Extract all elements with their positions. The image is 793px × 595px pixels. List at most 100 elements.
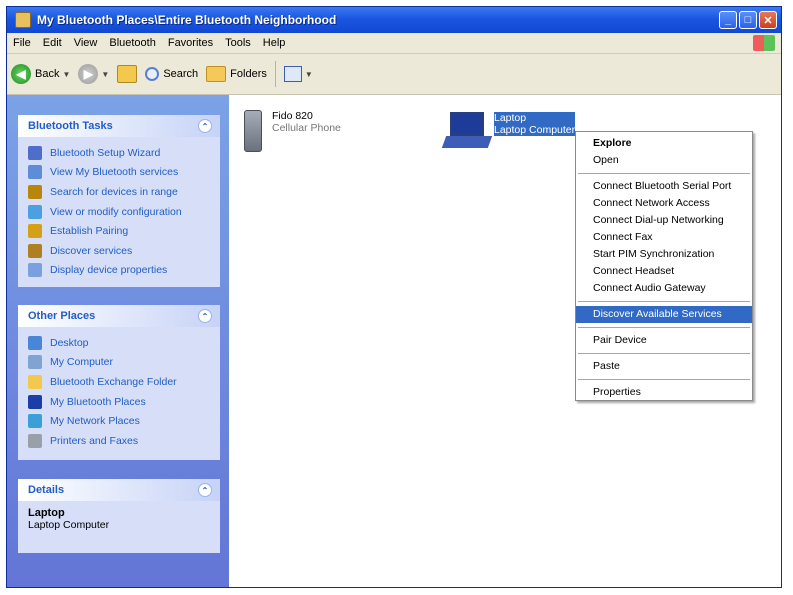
laptop-icon bbox=[441, 112, 493, 150]
pairing-icon bbox=[28, 224, 42, 239]
maximize-button[interactable]: □ bbox=[739, 11, 757, 29]
task-label: View or modify configuration bbox=[50, 205, 182, 218]
bluetooth-tasks-panel: Bluetooth Tasks ⌃ Bluetooth Setup Wizard… bbox=[18, 115, 220, 287]
menu-item-connect-headset[interactable]: Connect Headset bbox=[576, 263, 752, 280]
details-device-type: Laptop Computer bbox=[28, 519, 110, 531]
details-panel: Details ⌃ Laptop Laptop Computer bbox=[18, 479, 220, 553]
details-header[interactable]: Details ⌃ bbox=[18, 479, 220, 501]
menu-item-open[interactable]: Open bbox=[576, 152, 752, 169]
menu-help[interactable]: Help bbox=[257, 37, 292, 49]
menu-item-properties[interactable]: Properties bbox=[576, 384, 752, 401]
task-label: Establish Pairing bbox=[50, 225, 129, 238]
bluetooth-tasks-header[interactable]: Bluetooth Tasks ⌃ bbox=[18, 115, 220, 137]
views-icon bbox=[283, 66, 302, 82]
menu-item-pair-device[interactable]: Pair Device bbox=[576, 332, 752, 349]
task-discover-services[interactable]: Discover services bbox=[28, 241, 212, 261]
menu-item-connect-dialup[interactable]: Connect Dial-up Networking bbox=[576, 212, 752, 229]
other-places-header[interactable]: Other Places ⌃ bbox=[18, 305, 220, 327]
back-label: Back bbox=[35, 68, 60, 80]
task-display-properties[interactable]: Display device properties bbox=[28, 261, 212, 281]
forward-button[interactable]: ▶ ▼ bbox=[74, 60, 113, 88]
menu-item-connect-serial-port[interactable]: Connect Bluetooth Serial Port bbox=[576, 178, 752, 195]
configuration-icon bbox=[28, 204, 42, 219]
search-devices-icon bbox=[28, 184, 42, 199]
views-button[interactable]: ▼ bbox=[280, 60, 317, 88]
device-item-laptop[interactable]: Laptop Laptop Computer bbox=[441, 112, 576, 150]
windows-logo-icon bbox=[753, 35, 775, 51]
properties-icon bbox=[28, 263, 42, 278]
place-my-computer[interactable]: My Computer bbox=[28, 353, 212, 373]
discover-icon bbox=[28, 243, 42, 258]
menu-item-start-pim-sync[interactable]: Start PIM Synchronization bbox=[576, 246, 752, 263]
task-label: Display device properties bbox=[50, 264, 168, 277]
place-label: My Bluetooth Places bbox=[50, 395, 146, 408]
menu-separator bbox=[578, 173, 750, 174]
menu-item-connect-network-access[interactable]: Connect Network Access bbox=[576, 195, 752, 212]
search-icon bbox=[145, 67, 160, 81]
collapse-icon[interactable]: ⌃ bbox=[198, 119, 212, 133]
back-arrow-icon: ◀ bbox=[11, 64, 31, 84]
minimize-button[interactable]: _ bbox=[719, 11, 737, 29]
task-bluetooth-setup-wizard[interactable]: Bluetooth Setup Wizard bbox=[28, 143, 212, 163]
place-desktop[interactable]: Desktop bbox=[28, 333, 212, 353]
computer-icon bbox=[28, 355, 42, 370]
menu-item-discover-services[interactable]: Discover Available Services bbox=[576, 306, 752, 323]
task-label: Search for devices in range bbox=[50, 185, 178, 198]
forward-dropdown-icon[interactable]: ▼ bbox=[101, 70, 109, 79]
menu-tools[interactable]: Tools bbox=[219, 37, 257, 49]
bluetooth-icon bbox=[28, 394, 42, 409]
task-search-devices[interactable]: Search for devices in range bbox=[28, 182, 212, 202]
place-my-network-places[interactable]: My Network Places bbox=[28, 411, 212, 431]
menu-item-paste[interactable]: Paste bbox=[576, 358, 752, 375]
toolbar: ◀ Back ▼ ▶ ▼ Search Folders ▼ bbox=[7, 54, 781, 95]
context-menu: Explore Open Connect Bluetooth Serial Po… bbox=[575, 131, 753, 401]
folder-up-icon bbox=[117, 65, 138, 83]
task-establish-pairing[interactable]: Establish Pairing bbox=[28, 221, 212, 241]
menu-item-connect-audio-gateway[interactable]: Connect Audio Gateway bbox=[576, 280, 752, 297]
close-button[interactable]: ✕ bbox=[759, 11, 777, 29]
collapse-icon[interactable]: ⌃ bbox=[198, 483, 212, 497]
menu-favorites[interactable]: Favorites bbox=[162, 37, 219, 49]
up-button[interactable] bbox=[113, 60, 141, 88]
folder-icon bbox=[28, 374, 42, 389]
network-icon bbox=[28, 414, 42, 429]
menu-item-explore[interactable]: Explore bbox=[576, 135, 752, 152]
task-pane: Bluetooth Tasks ⌃ Bluetooth Setup Wizard… bbox=[7, 95, 229, 587]
title-bar[interactable]: My Bluetooth Places\Entire Bluetooth Nei… bbox=[7, 7, 781, 33]
bluetooth-tasks-title: Bluetooth Tasks bbox=[28, 120, 113, 132]
menu-edit[interactable]: Edit bbox=[37, 37, 68, 49]
search-button[interactable]: Search bbox=[141, 60, 202, 88]
collapse-icon[interactable]: ⌃ bbox=[198, 309, 212, 323]
task-view-bluetooth-services[interactable]: View My Bluetooth services bbox=[28, 163, 212, 183]
task-view-configuration[interactable]: View or modify configuration bbox=[28, 202, 212, 222]
folders-icon bbox=[206, 66, 227, 82]
device-item-phone[interactable]: Fido 820 Cellular Phone bbox=[244, 110, 341, 152]
device-type: Laptop Computer bbox=[494, 124, 576, 136]
back-button[interactable]: ◀ Back ▼ bbox=[7, 60, 74, 88]
place-label: My Computer bbox=[50, 356, 114, 369]
back-dropdown-icon[interactable]: ▼ bbox=[62, 70, 70, 79]
wizard-icon bbox=[28, 145, 42, 160]
folders-button[interactable]: Folders bbox=[202, 60, 271, 88]
menu-separator bbox=[578, 379, 750, 380]
place-label: My Network Places bbox=[50, 415, 140, 428]
menu-separator bbox=[578, 301, 750, 302]
place-my-bluetooth-places[interactable]: My Bluetooth Places bbox=[28, 392, 212, 412]
views-dropdown-icon[interactable]: ▼ bbox=[305, 70, 313, 79]
menu-bluetooth[interactable]: Bluetooth bbox=[103, 37, 161, 49]
place-printers-and-faxes[interactable]: Printers and Faxes bbox=[28, 431, 212, 451]
view-services-icon bbox=[28, 165, 42, 180]
place-label: Printers and Faxes bbox=[50, 434, 139, 447]
menu-file[interactable]: File bbox=[7, 37, 37, 49]
menu-view[interactable]: View bbox=[68, 37, 104, 49]
window-title: My Bluetooth Places\Entire Bluetooth Nei… bbox=[37, 13, 337, 27]
other-places-title: Other Places bbox=[28, 310, 96, 322]
menu-separator bbox=[578, 327, 750, 328]
menu-bar: File Edit View Bluetooth Favorites Tools… bbox=[7, 33, 781, 54]
task-label: View My Bluetooth services bbox=[50, 166, 179, 179]
device-type: Cellular Phone bbox=[272, 122, 341, 134]
place-bluetooth-exchange-folder[interactable]: Bluetooth Exchange Folder bbox=[28, 372, 212, 392]
menu-separator bbox=[578, 353, 750, 354]
menu-item-connect-fax[interactable]: Connect Fax bbox=[576, 229, 752, 246]
bluetooth-places-icon bbox=[15, 12, 31, 28]
